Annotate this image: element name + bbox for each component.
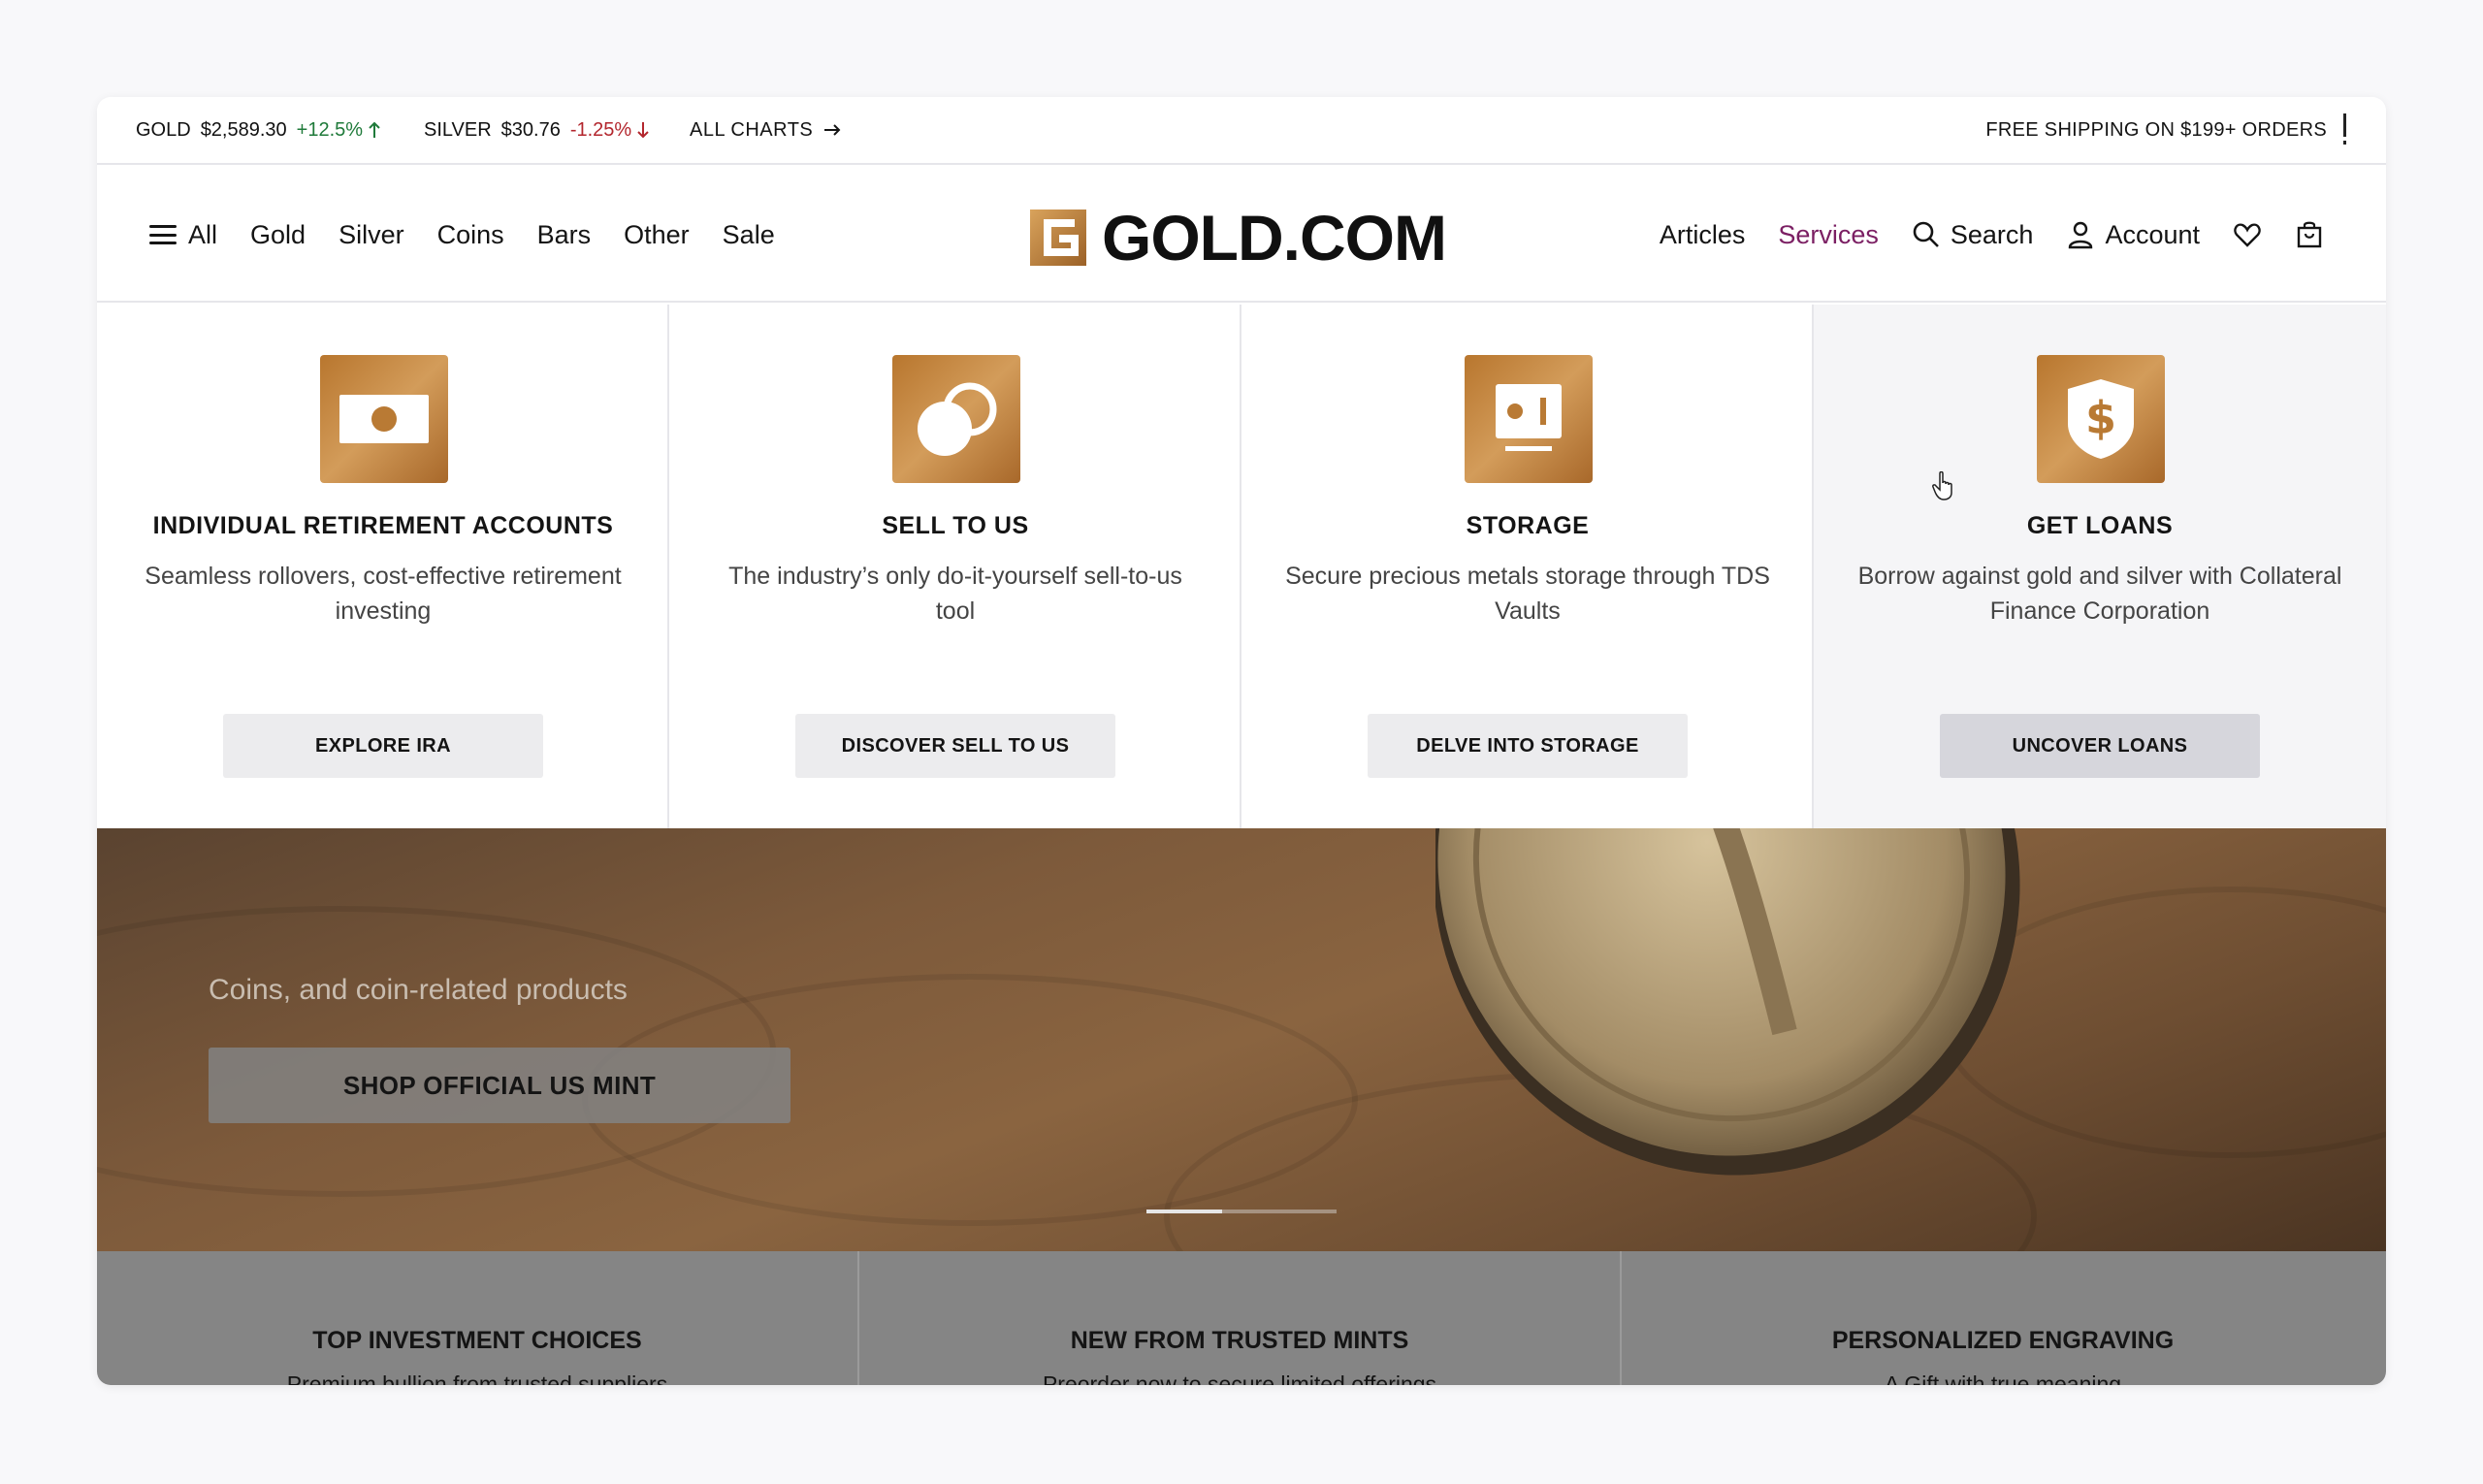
services-dropdown: INDIVIDUAL RETIREMENT ACCOUNTS Seamless … (97, 305, 2386, 828)
feature-top-investment[interactable]: TOP INVESTMENT CHOICES Premium bullion f… (97, 1251, 859, 1385)
service-title: SELL TO US (882, 512, 1029, 539)
service-description: Borrow against gold and silver with Coll… (1857, 563, 2342, 625)
all-charts-label: ALL CHARTS (690, 118, 814, 141)
service-card-storage: STORAGE Secure precious metals storage t… (1242, 305, 1814, 828)
feature-subtitle: Preorder now to secure limited offerings (1042, 1371, 1437, 1385)
gold-ticker[interactable]: GOLD $2,589.30 +12.5% (136, 119, 382, 142)
account-button[interactable]: Account (2066, 220, 2200, 250)
hero-banner: Coins, and coin-related products SHOP OF… (97, 828, 2386, 1251)
feature-subtitle: Premium bullion from trusted suppliers (286, 1371, 668, 1385)
account-label: Account (2105, 219, 2200, 249)
arrow-up-icon (369, 121, 380, 138)
discover-sell-button[interactable]: DISCOVER SELL TO US (795, 714, 1115, 778)
nav-silver[interactable]: Silver (339, 220, 404, 250)
price-ticker-bar: GOLD $2,589.30 +12.5% SILVER $30.76 -1.2… (97, 97, 2386, 165)
feature-new-mints[interactable]: NEW FROM TRUSTED MINTS Preorder now to s… (859, 1251, 1622, 1385)
search-label: Search (1950, 219, 2034, 249)
nav-other[interactable]: Other (624, 220, 690, 250)
category-nav: All Gold Silver Coins Bars Other Sale (149, 167, 775, 303)
feature-engraving[interactable]: PERSONALIZED ENGRAVING A Gift with true … (1622, 1251, 2384, 1385)
carousel-indicator[interactable] (1146, 1210, 1337, 1213)
uncover-loans-button[interactable]: UNCOVER LOANS (1940, 714, 2260, 778)
gold-ticker-change: +12.5% (297, 119, 382, 142)
silver-ticker-label: SILVER (424, 118, 492, 141)
service-card-ira: INDIVIDUAL RETIREMENT ACCOUNTS Seamless … (97, 305, 669, 828)
feature-title: PERSONALIZED ENGRAVING (1831, 1327, 2175, 1354)
silver-change-value: -1.25% (569, 118, 632, 141)
service-card-loans: $ GET LOANS Borrow against gold and silv… (1814, 305, 2386, 828)
dollar-shield-icon: $ (2037, 355, 2165, 483)
service-title: INDIVIDUAL RETIREMENT ACCOUNTS (152, 512, 614, 539)
search-button[interactable]: Search (1912, 219, 2034, 250)
feature-title: NEW FROM TRUSTED MINTS (1070, 1327, 1409, 1354)
shop-us-mint-button[interactable]: SHOP OFFICIAL US MINT (209, 1048, 790, 1123)
free-shipping-banner: FREE SHIPPING ON $199+ ORDERS (1985, 118, 2327, 141)
site-logo[interactable]: GOLD.COM (1030, 202, 1447, 274)
silver-ticker-price: $30.76 (500, 118, 561, 141)
service-description: The industry’s only do-it-yourself sell-… (728, 563, 1182, 625)
gold-change-value: +12.5% (296, 118, 364, 141)
service-description: Seamless rollovers, cost-effective retir… (145, 563, 622, 625)
coins-icon (892, 355, 1020, 483)
utility-nav: Articles Services Search Account (1660, 167, 2324, 303)
feature-title: TOP INVESTMENT CHOICES (312, 1327, 642, 1354)
gold-ticker-price: $2,589.30 (200, 118, 287, 141)
nav-all-label: All (188, 219, 218, 249)
nav-services[interactable]: Services (1778, 220, 1879, 250)
feature-subtitle: A Gift with true meaning (1884, 1371, 2122, 1385)
hamburger-icon (149, 225, 177, 244)
browser-page: GOLD $2,589.30 +12.5% SILVER $30.76 -1.2… (97, 97, 2386, 1385)
feature-strip: TOP INVESTMENT CHOICES Premium bullion f… (97, 1251, 2386, 1385)
nav-coins[interactable]: Coins (437, 220, 504, 250)
gold-logo-icon (1030, 210, 1086, 266)
hero-subtitle: Coins, and coin-related products (209, 974, 628, 1006)
main-header: All Gold Silver Coins Bars Other Sale GO… (97, 167, 2386, 303)
logo-wordmark: GOLD.COM (1102, 202, 1447, 274)
silver-ticker[interactable]: SILVER $30.76 -1.25% (424, 119, 651, 142)
arrow-right-icon (824, 124, 841, 136)
delve-storage-button[interactable]: DELVE INTO STORAGE (1368, 714, 1688, 778)
nav-articles[interactable]: Articles (1660, 220, 1746, 250)
service-title: STORAGE (1466, 512, 1590, 539)
vault-icon (1465, 355, 1593, 483)
nav-gold[interactable]: Gold (250, 220, 306, 250)
all-charts-link[interactable]: ALL CHARTS (690, 119, 842, 142)
svg-text:$: $ (2085, 392, 2116, 444)
carousel-active-dot (1146, 1210, 1222, 1213)
hand-cursor-icon (1932, 471, 1952, 500)
nav-all-menu[interactable]: All (149, 220, 217, 250)
gold-coin-image (1435, 828, 2020, 1176)
explore-ira-button[interactable]: EXPLORE IRA (223, 714, 543, 778)
nav-bars[interactable]: Bars (537, 220, 592, 250)
service-description: Secure precious metals storage through T… (1285, 563, 1770, 625)
heart-icon[interactable] (2233, 220, 2262, 249)
service-title: GET LOANS (2026, 512, 2174, 539)
arrow-down-icon (637, 122, 649, 139)
shopping-bag-icon[interactable] (2295, 220, 2324, 249)
search-icon (1913, 221, 1939, 247)
cash-icon (320, 355, 448, 483)
user-icon (2069, 221, 2093, 249)
gold-ticker-label: GOLD (136, 118, 191, 141)
silver-ticker-change: -1.25% (570, 119, 651, 142)
nav-sale[interactable]: Sale (723, 220, 775, 250)
service-card-sell: SELL TO US The industry’s only do-it-you… (669, 305, 1242, 828)
ticker-scroll-indicator (2343, 113, 2347, 146)
